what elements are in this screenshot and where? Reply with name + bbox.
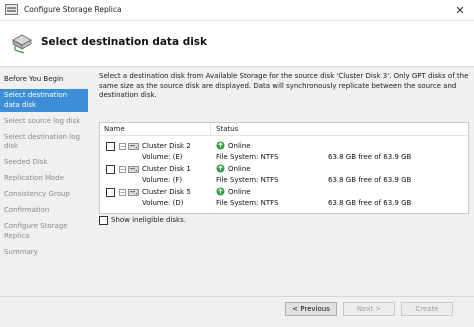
disk-status: Online — [228, 188, 251, 196]
storage-replica-icon — [12, 34, 32, 54]
free-space-text: 63.8 GB free of 63.9 GB — [328, 153, 412, 161]
disk-checkbox[interactable] — [106, 165, 115, 174]
file-system-text: File System: NTFS — [216, 199, 279, 207]
disk-name: Cluster Disk 5 — [142, 188, 191, 196]
disk-status: Online — [228, 165, 251, 173]
disk-name: Cluster Disk 1 — [142, 165, 191, 173]
free-space-text: 63.8 GB free of 63.9 GB — [328, 199, 412, 207]
volume-label: Volume: (D) — [142, 199, 184, 207]
nav-step-confirmation[interactable]: Confirmation — [0, 204, 88, 218]
nav-step-consistency-group[interactable]: Consistency Group — [0, 188, 88, 202]
close-icon: ✕ — [455, 3, 465, 17]
close-button[interactable]: ✕ — [446, 0, 474, 20]
disk-list[interactable]: Name Status − Cluster Disk 2 Online Volu… — [99, 122, 469, 214]
disk-checkbox[interactable] — [106, 142, 115, 151]
online-icon — [216, 141, 225, 150]
footer-divider — [0, 296, 474, 297]
online-icon — [216, 164, 225, 173]
file-system-text: File System: NTFS — [216, 176, 279, 184]
volume-label: Volume: (F) — [142, 176, 183, 184]
column-divider — [210, 123, 211, 135]
collapse-icon[interactable]: − — [119, 143, 126, 150]
disk-status: Online — [228, 142, 251, 150]
list-header: Name Status — [100, 123, 468, 136]
nav-step-select-source-log-disk[interactable]: Select source log disk — [0, 115, 88, 129]
wizard-steps-nav: Before You Begin Select destination data… — [0, 73, 88, 295]
volume-row: Volume: (F) File System: NTFS 63.8 GB fr… — [100, 176, 468, 186]
nav-step-configure-storage-replica[interactable]: Configure Storage Replica — [0, 220, 88, 243]
next-button[interactable]: Next > — [343, 302, 395, 316]
column-header-status[interactable]: Status — [216, 125, 238, 133]
show-ineligible-label[interactable]: Show ineligible disks. — [111, 216, 186, 224]
volume-row: Volume: (E) File System: NTFS 63.8 GB fr… — [100, 153, 468, 163]
disk-row[interactable]: − Cluster Disk 1 Online — [100, 164, 468, 175]
file-system-text: File System: NTFS — [216, 153, 279, 161]
window-title: Configure Storage Replica — [24, 5, 122, 14]
app-icon — [5, 4, 18, 15]
nav-step-select-destination-data-disk[interactable]: Select destination data disk — [0, 89, 88, 112]
wizard-header: Select destination data disk — [0, 21, 474, 67]
nav-step-replication-mode[interactable]: Replication Mode — [0, 172, 88, 186]
create-button[interactable]: Create — [401, 302, 453, 316]
nav-step-seeded-disk[interactable]: Seeded Disk — [0, 156, 88, 170]
title-bar: Configure Storage Replica ✕ — [0, 0, 474, 21]
disk-name: Cluster Disk 2 — [142, 142, 191, 150]
collapse-icon[interactable]: − — [119, 166, 126, 173]
nav-step-select-destination-log-disk[interactable]: Select destination log disk — [0, 131, 88, 154]
online-icon — [216, 187, 225, 196]
disk-icon — [128, 189, 139, 196]
disk-icon — [128, 166, 139, 173]
disk-row[interactable]: − Cluster Disk 2 Online — [100, 141, 468, 152]
volume-row: Volume: (D) File System: NTFS 63.8 GB fr… — [100, 199, 468, 209]
disk-checkbox[interactable] — [106, 188, 115, 197]
show-ineligible-checkbox[interactable] — [99, 216, 108, 225]
free-space-text: 63.8 GB free of 63.9 GB — [328, 176, 412, 184]
column-header-name[interactable]: Name — [104, 125, 125, 133]
previous-button[interactable]: < Previous — [285, 302, 337, 316]
nav-step-summary[interactable]: Summary — [0, 246, 88, 260]
instructions-text: Select a destination disk from Available… — [99, 72, 469, 99]
page-title: Select destination data disk — [41, 36, 208, 48]
volume-label: Volume: (E) — [142, 153, 183, 161]
collapse-icon[interactable]: − — [119, 189, 126, 196]
disk-row[interactable]: − Cluster Disk 5 Online — [100, 187, 468, 198]
disk-icon — [128, 143, 139, 150]
main-content: Select a destination disk from Available… — [99, 72, 469, 101]
nav-step-before-you-begin[interactable]: Before You Begin — [0, 73, 88, 87]
